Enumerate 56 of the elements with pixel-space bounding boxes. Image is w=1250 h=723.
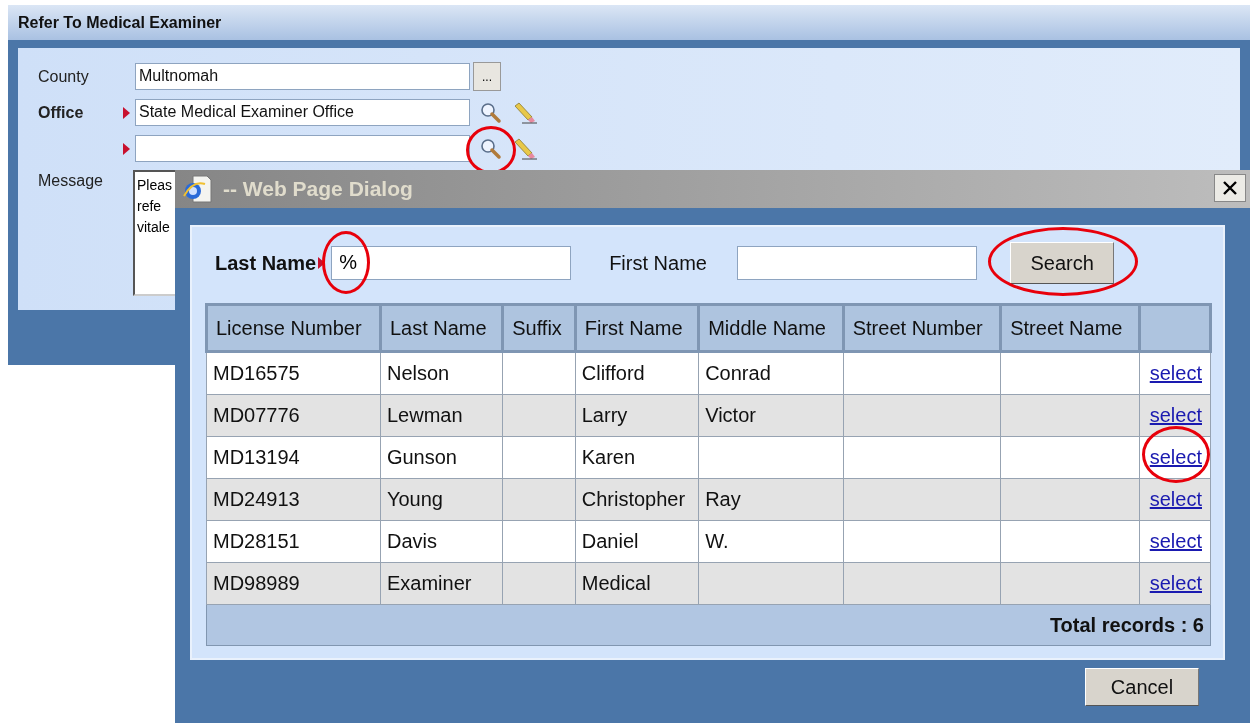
close-button[interactable] (1214, 174, 1246, 202)
table-cell: MD13194 (206, 436, 381, 479)
close-icon (1222, 180, 1238, 196)
pencil-icon[interactable] (512, 101, 538, 124)
examiner-field[interactable] (135, 135, 470, 162)
table-cell: MD07776 (206, 394, 381, 437)
table-cell: Lewman (380, 394, 503, 437)
column-header: Last Name (380, 304, 503, 352)
table-cell: Clifford (575, 351, 699, 395)
table-cell: Conrad (698, 351, 844, 395)
column-header: First Name (575, 304, 699, 352)
first-name-field[interactable] (737, 246, 978, 280)
message-text: refe (137, 197, 162, 216)
browser-page-icon (183, 174, 213, 204)
dialog-title: -- Web Page Dialog (223, 177, 413, 201)
column-header: License Number (206, 304, 381, 352)
last-name-field[interactable]: % (331, 246, 572, 280)
table-cell: Medical (575, 562, 699, 605)
total-records: Total records : 6 (206, 604, 1211, 646)
office-field[interactable]: State Medical Examiner Office (135, 99, 470, 126)
search-icon[interactable] (480, 137, 502, 160)
field-label: First Name (609, 251, 708, 275)
field-label: Last Name (215, 251, 317, 275)
field-label: County (38, 67, 90, 86)
field-label: Message (38, 172, 104, 190)
table-cell: Karen (575, 436, 699, 479)
message-text: Pleas (137, 176, 173, 195)
table-cell: MD16575 (206, 351, 381, 395)
table-cell: Nelson (380, 351, 503, 395)
table-cell: MD98989 (206, 562, 381, 605)
browse-button[interactable]: ... (473, 62, 501, 91)
table-cell: Victor (698, 394, 844, 437)
column-header: Suffix (502, 304, 576, 352)
table-cell: Davis (380, 520, 503, 563)
table-cell: Ray (698, 478, 844, 521)
table-cell: Gunson (380, 436, 503, 479)
table-cell: MD28151 (206, 520, 381, 563)
pencil-icon[interactable] (512, 137, 538, 160)
message-text: vitale (137, 218, 170, 237)
window-title: Refer To Medical Examiner (18, 13, 222, 32)
table-cell: Young (380, 478, 503, 521)
table-cell: Daniel (575, 520, 699, 563)
table-cell: W. (698, 520, 844, 563)
table-cell: Christopher (575, 478, 699, 521)
table-cell: Larry (575, 394, 699, 437)
column-header: Street Name (1000, 304, 1140, 352)
table-cell: Examiner (380, 562, 503, 605)
column-header (1139, 304, 1211, 352)
field-label: Office (38, 103, 85, 122)
column-header: Street Number (843, 304, 1001, 352)
cancel-button[interactable]: Cancel (1085, 668, 1199, 706)
table-cell: MD24913 (206, 478, 381, 521)
county-field[interactable]: Multnomah (135, 63, 470, 90)
column-header: Middle Name (698, 304, 844, 352)
search-icon[interactable] (480, 101, 502, 124)
search-button[interactable]: Search (1010, 242, 1115, 284)
